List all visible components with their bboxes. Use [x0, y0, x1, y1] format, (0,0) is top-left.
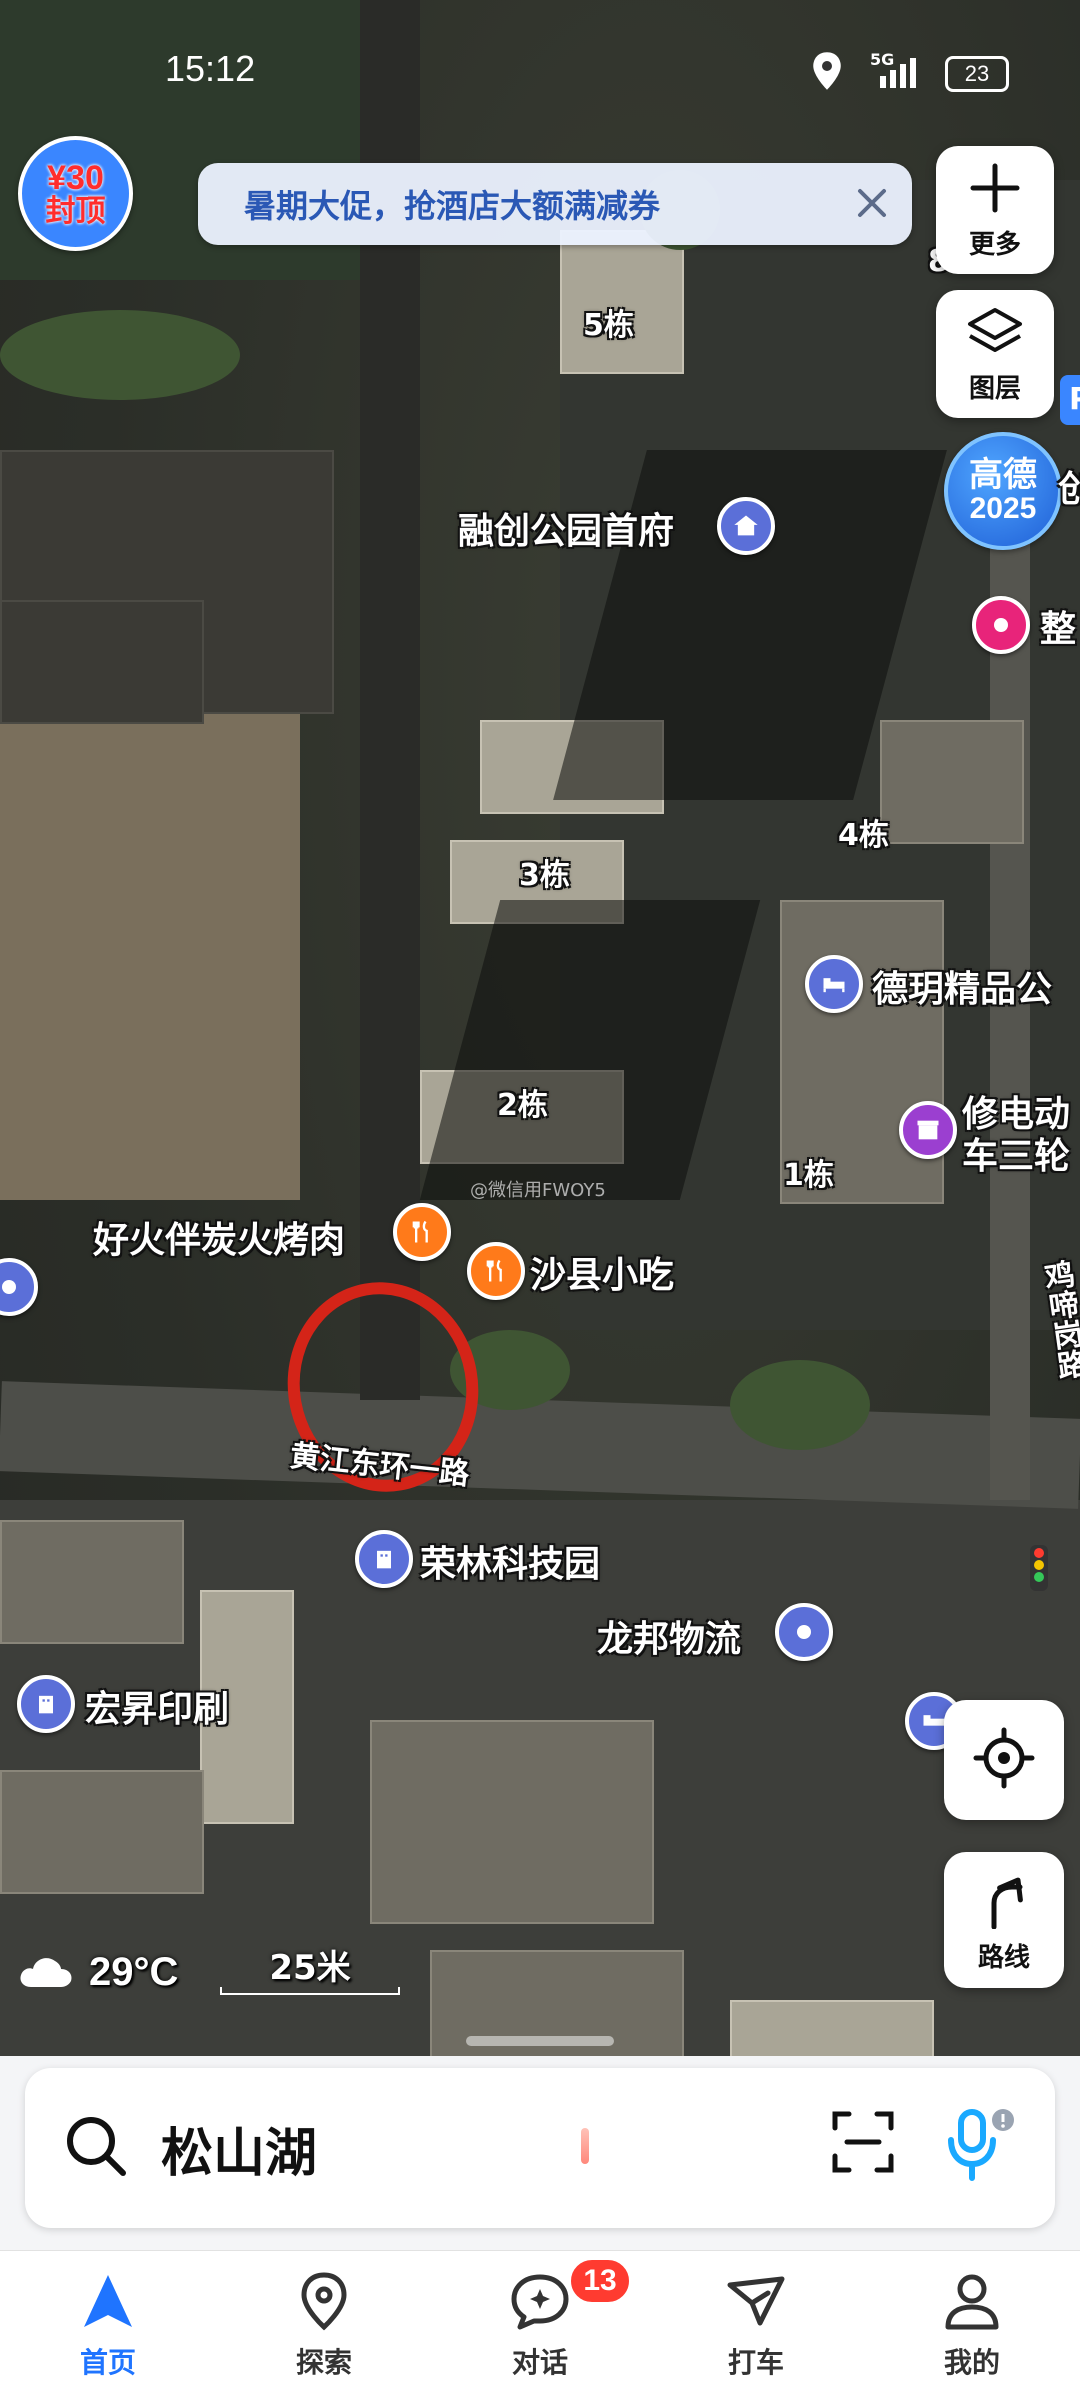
- plus-icon: [967, 160, 1023, 220]
- poi-label-bbq[interactable]: 好火伴炭火烤肉: [93, 1211, 345, 1263]
- bottom-tab-bar: 首页 探索 对话 打车 我的: [0, 2250, 1080, 2401]
- chat-sparkle-icon: [508, 2271, 572, 2335]
- chat-unread-badge: 13: [568, 2257, 632, 2305]
- building-poi-icon[interactable]: [355, 1530, 413, 1588]
- search-query[interactable]: 松山湖: [161, 2111, 317, 2186]
- pink-poi-icon[interactable]: [972, 596, 1030, 654]
- tab-explore[interactable]: 探索: [216, 2251, 432, 2401]
- road-label-jiti: 鸡啼岗路: [1036, 1258, 1080, 1382]
- bed-poi-icon[interactable]: [805, 955, 863, 1013]
- building-4: [880, 720, 1024, 844]
- map-area-bare-ground: [0, 700, 300, 1200]
- poi-label-repair-line2[interactable]: 车三轮: [962, 1127, 1070, 1179]
- tab-label: 对话: [511, 2346, 568, 2379]
- route-button[interactable]: 路线: [944, 1852, 1064, 1988]
- map-label-building-3: 3栋: [519, 858, 570, 893]
- scan-icon[interactable]: [831, 2110, 895, 2178]
- map-label-edge-partial: 整: [1040, 609, 1077, 650]
- scale-label: 25米: [269, 1948, 351, 1988]
- poi-icon-partial[interactable]: [0, 1258, 38, 1316]
- year-badge[interactable]: 高德 2025: [944, 432, 1062, 550]
- tab-home[interactable]: 首页: [0, 2251, 216, 2401]
- map-label-building-4: 4栋: [838, 818, 889, 853]
- close-icon[interactable]: [852, 183, 892, 227]
- search-bar[interactable]: 松山湖: [25, 2068, 1055, 2228]
- poi-label-longbang[interactable]: 龙邦物流: [597, 1610, 741, 1662]
- poi-label-shaxian[interactable]: 沙县小吃: [530, 1246, 674, 1298]
- map-pin-icon: [296, 2271, 352, 2335]
- restaurant-poi-icon[interactable]: [393, 1203, 451, 1261]
- shop-poi-icon[interactable]: [899, 1101, 957, 1159]
- cloud-icon: [17, 1951, 75, 1995]
- poi-label-deyue[interactable]: 德玥精品公: [872, 960, 1052, 1012]
- parking-icon[interactable]: P: [1060, 375, 1080, 425]
- dot-poi-icon[interactable]: [775, 1603, 833, 1661]
- microphone-icon[interactable]: [945, 2108, 1015, 2186]
- year-badge-title: 高德: [969, 455, 1037, 495]
- status-bar: 15:12 5G 23: [0, 0, 1080, 140]
- building-poi-icon[interactable]: [17, 1675, 75, 1733]
- house-poi-icon[interactable]: [717, 497, 775, 555]
- promo-text: 封顶: [45, 193, 106, 229]
- tab-profile[interactable]: 我的: [864, 2251, 1080, 2401]
- poi-label-ronglin[interactable]: 荣林科技园: [420, 1535, 600, 1587]
- search-icon: [63, 2113, 129, 2183]
- map-label-edge-partial: 创: [1058, 469, 1080, 510]
- tab-label: 我的: [943, 2346, 1000, 2379]
- map-label-building-2: 2栋: [497, 1088, 548, 1123]
- poi-label-rongchuang[interactable]: 融创公园首府: [458, 502, 674, 554]
- more-button[interactable]: 更多: [936, 146, 1054, 274]
- person-icon: [942, 2271, 1002, 2335]
- temperature: 29°C: [89, 1950, 179, 1994]
- building-block: [0, 1520, 184, 1644]
- signal-icon: [872, 58, 922, 94]
- watermark-text: @微信用FWOY5: [470, 1180, 606, 1201]
- navigation-arrow-icon: [78, 2271, 138, 2335]
- tree-cluster: [0, 310, 240, 400]
- map-label-building-1: 1栋: [783, 1158, 834, 1193]
- traffic-light-icon: [1030, 1545, 1048, 1591]
- tree-cluster: [730, 1360, 870, 1450]
- poi-label-hongsheng[interactable]: 宏昇印刷: [85, 1680, 229, 1732]
- restaurant-poi-icon[interactable]: [467, 1242, 525, 1300]
- building-block: [0, 1770, 204, 1894]
- route-label: 路线: [977, 1942, 1030, 1973]
- building-block: [370, 1720, 654, 1924]
- tab-label: 打车: [727, 2346, 784, 2379]
- banner-text: 暑期大促，抢酒店大额满减券: [244, 187, 661, 225]
- year-badge-year: 2025: [969, 492, 1037, 525]
- promo-banner[interactable]: 暑期大促，抢酒店大额满减券: [198, 163, 912, 245]
- crosshair-icon: [972, 1726, 1036, 1794]
- taxi-flag-icon: [724, 2271, 788, 2335]
- tab-label: 探索: [295, 2346, 352, 2379]
- battery-icon: 23: [945, 56, 1009, 92]
- more-label: 更多: [968, 229, 1021, 260]
- building-block: [0, 600, 204, 724]
- locate-button[interactable]: [944, 1700, 1064, 1820]
- layers-button[interactable]: 图层: [936, 290, 1054, 418]
- layers-label: 图层: [968, 373, 1021, 404]
- location-icon: [812, 52, 842, 94]
- status-time: 15:12: [165, 48, 256, 89]
- scale-bar: [220, 1987, 400, 1995]
- promo-price: ¥30: [47, 158, 104, 197]
- tab-label: 首页: [79, 2346, 136, 2379]
- route-arrow-icon: [976, 1867, 1032, 1933]
- weather-widget[interactable]: 29°C: [17, 1950, 178, 1995]
- battery-level: 23: [964, 61, 990, 86]
- map-scale: 25米: [220, 1940, 400, 1995]
- layers-icon: [964, 304, 1026, 364]
- cursor-mark: [581, 2128, 589, 2164]
- map-view[interactable]: 5栋 4栋 3栋 2栋 1栋 融创公园首府 整 8 德玥精品公 修电动 车三轮 …: [0, 0, 1080, 2250]
- sheet-handle[interactable]: [466, 2036, 614, 2046]
- tab-taxi[interactable]: 打车: [648, 2251, 864, 2401]
- map-label-building-5: 5栋: [583, 308, 634, 343]
- promo-badge[interactable]: ¥30 封顶: [18, 136, 133, 251]
